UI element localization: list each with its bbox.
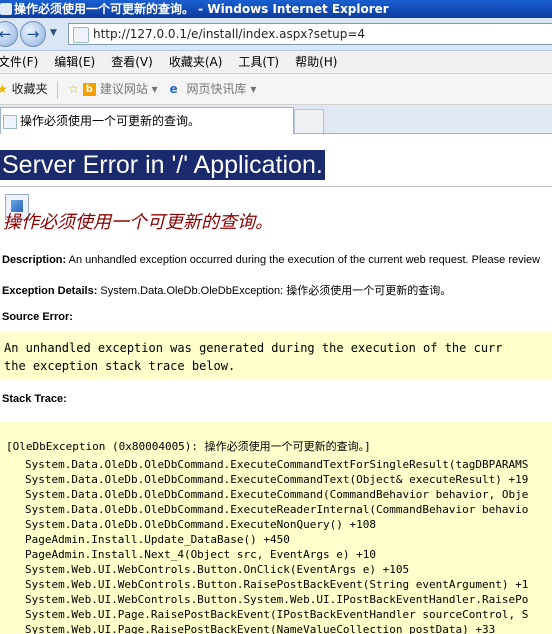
forward-icon[interactable]: → — [20, 21, 46, 47]
description-line: Description: An unhandled exception occu… — [2, 254, 540, 266]
tab-active[interactable]: 操作必须使用一个可更新的查询。 — [0, 107, 294, 134]
stack-line: PageAdmin.Install.Next_4(Object src, Eve… — [25, 548, 376, 561]
stack-line: System.Data.OleDb.OleDbCommand.ExecuteCo… — [25, 458, 529, 471]
menu-tools[interactable]: 工具(T) — [238, 55, 279, 69]
description-text: An unhandled exception occurred during t… — [68, 254, 541, 266]
page-content: Server Error in '/' Application. 操作必须使用一… — [0, 134, 552, 634]
back-icon[interactable]: ← — [0, 21, 18, 47]
exception-text: System.Data.OleDb.OleDbException: 操作必须使用… — [100, 285, 452, 297]
bing-icon: b — [82, 83, 96, 96]
menu-edit[interactable]: 编辑(E) — [54, 55, 95, 69]
error-message: 操作必须使用一个可更新的查询。 — [3, 212, 273, 232]
address-url: http://127.0.0.1/e/install/index.aspx?se… — [93, 27, 366, 41]
address-input[interactable]: http://127.0.0.1/e/install/index.aspx?se… — [68, 23, 552, 45]
source-error-line: the exception stack trace below. — [4, 359, 236, 373]
menu-bar: 文件(F) 编辑(E) 查看(V) 收藏夹(A) 工具(T) 帮助(H) — [0, 51, 552, 74]
divider — [0, 186, 552, 187]
new-tab-button[interactable] — [294, 109, 324, 133]
stack-line: System.Web.UI.Page.RaisePostBackEvent(Na… — [25, 623, 496, 634]
menu-help[interactable]: 帮助(H) — [295, 55, 337, 69]
source-error-label: Source Error: — [2, 311, 73, 323]
menu-favorites[interactable]: 收藏夹(A) — [169, 55, 223, 69]
add-favorite-icon[interactable]: ☆ — [68, 82, 79, 96]
stack-trace-heading: Stack Trace: — [2, 393, 67, 405]
stack-line: System.Web.UI.Page.RaisePostBackEvent(IP… — [25, 608, 529, 621]
stack-line: PageAdmin.Install.Update_DataBase() +450 — [25, 533, 290, 546]
stack-trace-label: Stack Trace: — [2, 393, 67, 405]
source-error-heading: Source Error: — [2, 311, 73, 323]
stack-line: System.Data.OleDb.OleDbCommand.ExecuteNo… — [25, 518, 376, 531]
exception-line: Exception Details: System.Data.OleDb.Ole… — [2, 282, 451, 298]
favorites-label[interactable]: 收藏夹 — [12, 82, 48, 96]
stack-line: System.Data.OleDb.OleDbCommand.ExecuteCo… — [25, 473, 529, 486]
source-error-box: An unhandled exception was generated dur… — [0, 332, 552, 380]
favorites-bar: ★ 收藏夹 ☆ b 建议网站 ▾ e 网页快讯库 ▾ — [0, 74, 552, 105]
toolbar-separator — [57, 80, 59, 99]
stack-line: System.Data.OleDb.OleDbCommand.ExecuteCo… — [25, 488, 529, 501]
stack-trace-box: [OleDbException (0x80004005): 操作必须使用一个可更… — [0, 422, 552, 634]
history-dropdown-icon[interactable]: ▼ — [50, 24, 57, 42]
tab-bar: 操作必须使用一个可更新的查询。 — [0, 105, 552, 134]
window-title: 操作必须使用一个可更新的查询。 - Windows Internet Explo… — [14, 2, 389, 16]
exception-label: Exception Details: — [2, 285, 98, 297]
description-label: Description: — [2, 254, 67, 266]
favorites-star-icon[interactable]: ★ — [0, 82, 8, 96]
page-icon — [73, 27, 89, 43]
stack-line: System.Web.UI.WebControls.Button.System.… — [25, 593, 529, 606]
web-slice-link[interactable]: 网页快讯库 ▾ — [187, 82, 257, 96]
stack-line: System.Web.UI.WebControls.Button.OnClick… — [25, 563, 410, 576]
ie-small-icon: e — [169, 82, 178, 96]
address-toolbar: ← → ▼ http://127.0.0.1/e/install/index.a… — [0, 18, 552, 51]
window-title-bar[interactable]: 操作必须使用一个可更新的查询。 - Windows Internet Explo… — [0, 0, 552, 18]
tab-page-icon — [3, 114, 17, 129]
stack-header: [OleDbException (0x80004005): 操作必须使用一个可更… — [6, 440, 371, 453]
menu-file[interactable]: 文件(F) — [0, 55, 38, 69]
suggested-sites-link[interactable]: 建议网站 ▾ — [100, 82, 158, 96]
menu-view[interactable]: 查看(V) — [111, 55, 153, 69]
source-error-line: An unhandled exception was generated dur… — [4, 341, 503, 355]
stack-line: System.Web.UI.WebControls.Button.RaisePo… — [25, 578, 529, 591]
stack-line: System.Data.OleDb.OleDbCommand.ExecuteRe… — [25, 503, 529, 516]
ie-icon — [0, 3, 12, 15]
tab-title: 操作必须使用一个可更新的查询。 — [20, 114, 201, 128]
page-title: Server Error in '/' Application. — [0, 150, 325, 180]
